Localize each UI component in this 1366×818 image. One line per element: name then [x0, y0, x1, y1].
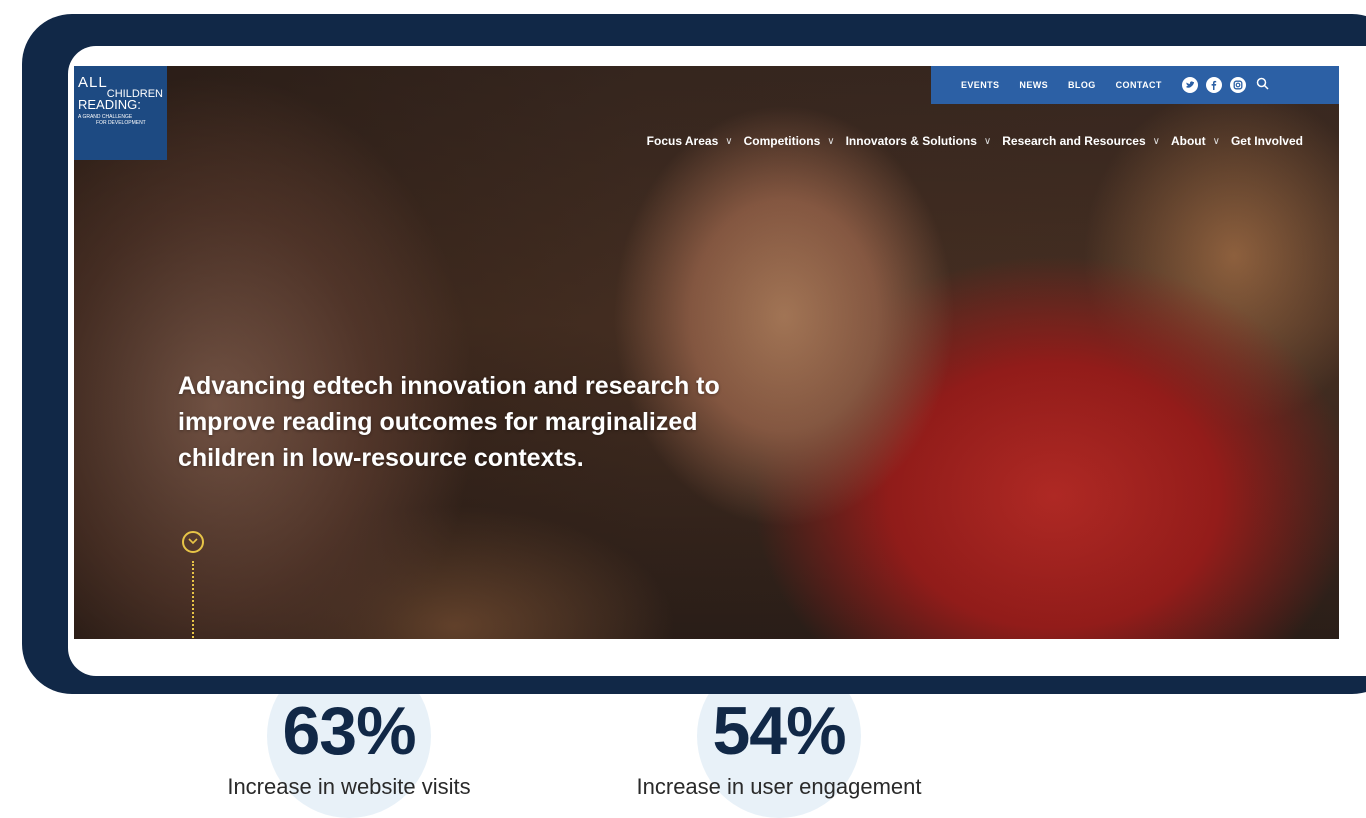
hero-headline: Advancing edtech innovation and research… [178, 368, 878, 476]
stat-value-visits: 63% [282, 693, 416, 769]
hero-section: ALL CHILDREN READING: A GRAND CHALLENGE … [74, 66, 1339, 639]
nav-item-get-involved[interactable]: Get Involved [1231, 134, 1303, 148]
nav-item-competitions[interactable]: Competitions ∨ [744, 134, 846, 148]
chevron-down-icon [188, 536, 198, 548]
instagram-icon[interactable] [1229, 77, 1246, 93]
twitter-icon[interactable] [1181, 77, 1198, 93]
utility-link-contact[interactable]: CONTACT [1116, 80, 1162, 90]
nav-label: Focus Areas [646, 134, 719, 148]
hero-headline-line1: Advancing edtech innovation and research… [178, 372, 720, 400]
nav-label: Innovators & Solutions [845, 134, 977, 148]
utility-link-events[interactable]: EVENTS [961, 80, 999, 90]
nav-label: Competitions [743, 134, 821, 148]
hero-headline-line2: improve reading outcomes for marginalize… [178, 408, 698, 436]
nav-label: Research and Resources [1002, 134, 1146, 148]
utility-nav: EVENTS NEWS BLOG CONTACT [931, 66, 1339, 104]
chevron-down-icon: ∨ [983, 135, 992, 147]
stat-label-visits: Increase in website visits [227, 774, 471, 799]
scroll-down-button[interactable] [182, 531, 204, 553]
logo-tagline-line2: FOR DEVELOPMENT [96, 120, 146, 126]
main-nav: Focus Areas ∨ Competitions ∨ Innovators … [647, 134, 1303, 148]
hero-image-overlay [74, 66, 1339, 639]
chevron-down-icon: ∨ [725, 135, 733, 147]
utility-link-blog[interactable]: BLOG [1068, 80, 1096, 90]
chevron-down-icon: ∨ [1212, 135, 1220, 147]
logo-tagline: A GRAND CHALLENGE FOR DEVELOPMENT [78, 114, 167, 126]
chevron-down-icon: ∨ [1152, 135, 1160, 147]
facebook-icon[interactable] [1205, 77, 1222, 93]
nav-label: Get Involved [1230, 134, 1303, 148]
stat-label-engagement: Increase in user engagement [636, 774, 922, 799]
scroll-indicator-line [192, 561, 194, 639]
site-logo[interactable]: ALL CHILDREN READING: A GRAND CHALLENGE … [74, 66, 167, 160]
nav-label: About [1170, 134, 1206, 148]
search-icon[interactable] [1256, 77, 1269, 93]
nav-item-research-resources[interactable]: Research and Resources ∨ [1002, 134, 1171, 148]
chevron-down-icon: ∨ [827, 135, 835, 147]
logo-text-reading: READING: [78, 97, 141, 112]
utility-link-news[interactable]: NEWS [1019, 80, 1048, 90]
stat-value-engagement: 54% [712, 693, 846, 769]
nav-item-focus-areas[interactable]: Focus Areas ∨ [647, 134, 744, 148]
nav-item-innovators-solutions[interactable]: Innovators & Solutions ∨ [846, 134, 1003, 148]
nav-item-about[interactable]: About ∨ [1171, 134, 1231, 148]
hero-headline-line3: children in low-resource contexts. [178, 444, 584, 472]
